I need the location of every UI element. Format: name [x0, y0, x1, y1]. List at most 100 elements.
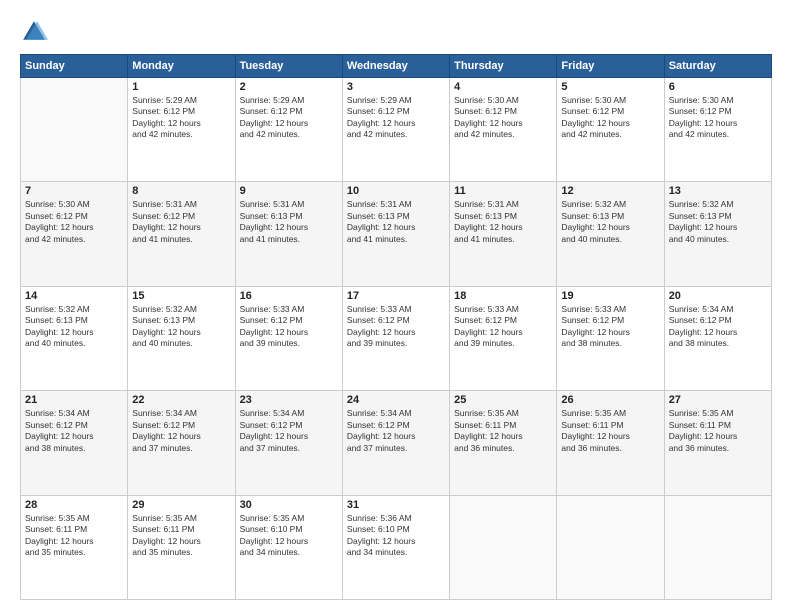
cell-info: Sunrise: 5:29 AM Sunset: 6:12 PM Dayligh…: [347, 95, 445, 141]
cell-info: Sunrise: 5:32 AM Sunset: 6:13 PM Dayligh…: [669, 199, 767, 245]
week-row-5: 28 Sunrise: 5:35 AM Sunset: 6:11 PM Dayli…: [21, 495, 772, 599]
col-header-sunday: Sunday: [21, 55, 128, 78]
cell-info: Sunrise: 5:35 AM Sunset: 6:11 PM Dayligh…: [669, 408, 767, 454]
day-number: 28: [25, 499, 123, 511]
cell-info: Sunrise: 5:30 AM Sunset: 6:12 PM Dayligh…: [669, 95, 767, 141]
week-row-4: 21 Sunrise: 5:34 AM Sunset: 6:12 PM Dayli…: [21, 391, 772, 495]
col-header-thursday: Thursday: [450, 55, 557, 78]
day-number: 8: [132, 185, 230, 197]
day-number: 9: [240, 185, 338, 197]
calendar-cell: [557, 495, 664, 599]
cell-info: Sunrise: 5:34 AM Sunset: 6:12 PM Dayligh…: [132, 408, 230, 454]
calendar-cell: 3Sunrise: 5:29 AM Sunset: 6:12 PM Daylig…: [342, 78, 449, 182]
col-header-monday: Monday: [128, 55, 235, 78]
week-row-2: 7Sunrise: 5:30 AM Sunset: 6:12 PM Daylig…: [21, 182, 772, 286]
calendar-cell: 24Sunrise: 5:34 AM Sunset: 6:12 PM Dayli…: [342, 391, 449, 495]
cell-info: Sunrise: 5:33 AM Sunset: 6:12 PM Dayligh…: [454, 304, 552, 350]
cell-info: Sunrise: 5:34 AM Sunset: 6:12 PM Dayligh…: [669, 304, 767, 350]
day-number: 16: [240, 290, 338, 302]
day-number: 15: [132, 290, 230, 302]
calendar-cell: 9 Sunrise: 5:31 AM Sunset: 6:13 PM Daylig…: [235, 182, 342, 286]
col-header-saturday: Saturday: [664, 55, 771, 78]
calendar-cell: 12 Sunrise: 5:32 AM Sunset: 6:13 PM Dayli…: [557, 182, 664, 286]
cell-info: Sunrise: 5:35 AM Sunset: 6:11 PM Dayligh…: [561, 408, 659, 454]
day-number: 21: [25, 394, 123, 406]
day-number: 6: [669, 81, 767, 93]
cell-info: Sunrise: 5:30 AM Sunset: 6:12 PM Dayligh…: [25, 199, 123, 245]
day-number: 12: [561, 185, 659, 197]
calendar-cell: 6 Sunrise: 5:30 AM Sunset: 6:12 PM Daylig…: [664, 78, 771, 182]
calendar-cell: 27 Sunrise: 5:35 AM Sunset: 6:11 PM Dayli…: [664, 391, 771, 495]
logo: [20, 18, 52, 46]
calendar-cell: 20 Sunrise: 5:34 AM Sunset: 6:12 PM Dayli…: [664, 286, 771, 390]
calendar-cell: 16 Sunrise: 5:33 AM Sunset: 6:12 PM Dayli…: [235, 286, 342, 390]
calendar-cell: 2Sunrise: 5:29 AM Sunset: 6:12 PM Daylig…: [235, 78, 342, 182]
calendar-table: SundayMondayTuesdayWednesdayThursdayFrid…: [20, 54, 772, 600]
week-row-3: 14 Sunrise: 5:32 AM Sunset: 6:13 PM Dayli…: [21, 286, 772, 390]
calendar-cell: 4 Sunrise: 5:30 AM Sunset: 6:12 PM Daylig…: [450, 78, 557, 182]
calendar-cell: 15Sunrise: 5:32 AM Sunset: 6:13 PM Dayli…: [128, 286, 235, 390]
day-number: 25: [454, 394, 552, 406]
col-header-wednesday: Wednesday: [342, 55, 449, 78]
cell-info: Sunrise: 5:31 AM Sunset: 6:12 PM Dayligh…: [132, 199, 230, 245]
col-header-tuesday: Tuesday: [235, 55, 342, 78]
calendar-cell: 26Sunrise: 5:35 AM Sunset: 6:11 PM Dayli…: [557, 391, 664, 495]
header-row: SundayMondayTuesdayWednesdayThursdayFrid…: [21, 55, 772, 78]
calendar-cell: 30Sunrise: 5:35 AM Sunset: 6:10 PM Dayli…: [235, 495, 342, 599]
day-number: 24: [347, 394, 445, 406]
cell-info: Sunrise: 5:30 AM Sunset: 6:12 PM Dayligh…: [454, 95, 552, 141]
cell-info: Sunrise: 5:32 AM Sunset: 6:13 PM Dayligh…: [25, 304, 123, 350]
day-number: 2: [240, 81, 338, 93]
calendar-cell: 28 Sunrise: 5:35 AM Sunset: 6:11 PM Dayli…: [21, 495, 128, 599]
cell-info: Sunrise: 5:35 AM Sunset: 6:11 PM Dayligh…: [454, 408, 552, 454]
cell-info: Sunrise: 5:36 AM Sunset: 6:10 PM Dayligh…: [347, 513, 445, 559]
calendar-cell: 8 Sunrise: 5:31 AM Sunset: 6:12 PM Daylig…: [128, 182, 235, 286]
calendar-cell: 5 Sunrise: 5:30 AM Sunset: 6:12 PM Daylig…: [557, 78, 664, 182]
day-number: 31: [347, 499, 445, 511]
cell-info: Sunrise: 5:31 AM Sunset: 6:13 PM Dayligh…: [347, 199, 445, 245]
calendar-cell: [21, 78, 128, 182]
cell-info: Sunrise: 5:34 AM Sunset: 6:12 PM Dayligh…: [240, 408, 338, 454]
calendar-cell: 1Sunrise: 5:29 AM Sunset: 6:12 PM Daylig…: [128, 78, 235, 182]
cell-info: Sunrise: 5:29 AM Sunset: 6:12 PM Dayligh…: [132, 95, 230, 141]
cell-info: Sunrise: 5:32 AM Sunset: 6:13 PM Dayligh…: [561, 199, 659, 245]
cell-info: Sunrise: 5:33 AM Sunset: 6:12 PM Dayligh…: [240, 304, 338, 350]
day-number: 20: [669, 290, 767, 302]
calendar-cell: 21Sunrise: 5:34 AM Sunset: 6:12 PM Dayli…: [21, 391, 128, 495]
day-number: 27: [669, 394, 767, 406]
cell-info: Sunrise: 5:35 AM Sunset: 6:10 PM Dayligh…: [240, 513, 338, 559]
cell-info: Sunrise: 5:31 AM Sunset: 6:13 PM Dayligh…: [240, 199, 338, 245]
cell-info: Sunrise: 5:35 AM Sunset: 6:11 PM Dayligh…: [132, 513, 230, 559]
day-number: 11: [454, 185, 552, 197]
calendar-cell: 11Sunrise: 5:31 AM Sunset: 6:13 PM Dayli…: [450, 182, 557, 286]
cell-info: Sunrise: 5:30 AM Sunset: 6:12 PM Dayligh…: [561, 95, 659, 141]
day-number: 14: [25, 290, 123, 302]
day-number: 22: [132, 394, 230, 406]
day-number: 18: [454, 290, 552, 302]
day-number: 13: [669, 185, 767, 197]
calendar-cell: 7Sunrise: 5:30 AM Sunset: 6:12 PM Daylig…: [21, 182, 128, 286]
header: [20, 18, 772, 46]
day-number: 19: [561, 290, 659, 302]
day-number: 4: [454, 81, 552, 93]
cell-info: Sunrise: 5:33 AM Sunset: 6:12 PM Dayligh…: [561, 304, 659, 350]
cell-info: Sunrise: 5:35 AM Sunset: 6:11 PM Dayligh…: [25, 513, 123, 559]
calendar-cell: 23 Sunrise: 5:34 AM Sunset: 6:12 PM Dayli…: [235, 391, 342, 495]
calendar-cell: 29 Sunrise: 5:35 AM Sunset: 6:11 PM Dayli…: [128, 495, 235, 599]
day-number: 17: [347, 290, 445, 302]
day-number: 10: [347, 185, 445, 197]
calendar-cell: [450, 495, 557, 599]
calendar-cell: [664, 495, 771, 599]
logo-icon: [20, 18, 48, 46]
day-number: 29: [132, 499, 230, 511]
cell-info: Sunrise: 5:33 AM Sunset: 6:12 PM Dayligh…: [347, 304, 445, 350]
week-row-1: 1Sunrise: 5:29 AM Sunset: 6:12 PM Daylig…: [21, 78, 772, 182]
calendar-cell: 31 Sunrise: 5:36 AM Sunset: 6:10 PM Dayli…: [342, 495, 449, 599]
calendar-cell: 25 Sunrise: 5:35 AM Sunset: 6:11 PM Dayli…: [450, 391, 557, 495]
calendar-cell: 18 Sunrise: 5:33 AM Sunset: 6:12 PM Dayli…: [450, 286, 557, 390]
page: SundayMondayTuesdayWednesdayThursdayFrid…: [0, 0, 792, 612]
day-number: 23: [240, 394, 338, 406]
day-number: 5: [561, 81, 659, 93]
calendar-cell: 17 Sunrise: 5:33 AM Sunset: 6:12 PM Dayli…: [342, 286, 449, 390]
calendar-cell: 19 Sunrise: 5:33 AM Sunset: 6:12 PM Dayli…: [557, 286, 664, 390]
